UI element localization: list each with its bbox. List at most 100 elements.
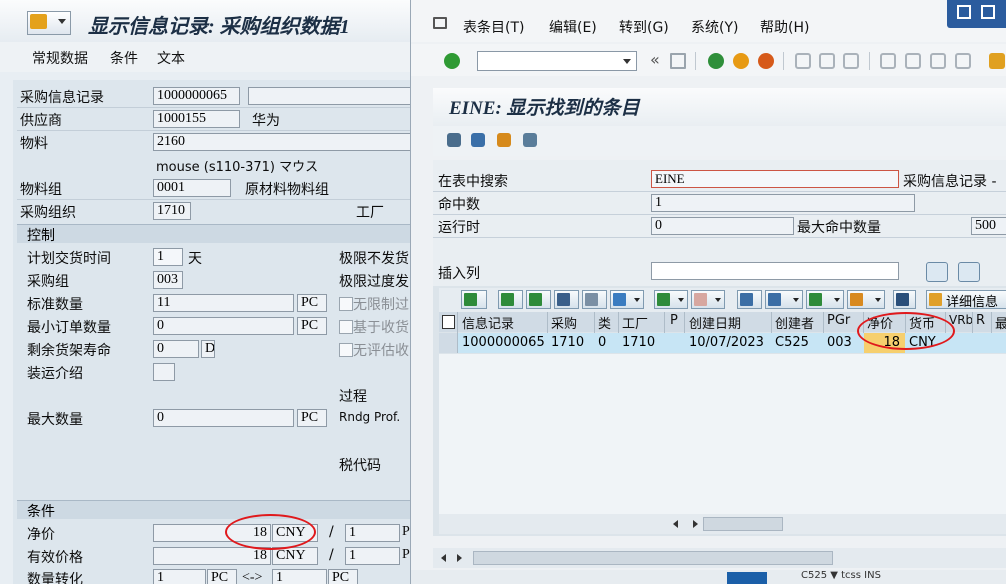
- sort-descending-button[interactable]: [526, 290, 551, 309]
- save-icon[interactable]: [670, 53, 686, 69]
- tab-conditions[interactable]: 条件: [110, 48, 138, 68]
- tab-general-data[interactable]: 常规数据: [32, 48, 88, 68]
- find-next-button[interactable]: [582, 290, 607, 309]
- collapse-icon[interactable]: «: [650, 50, 660, 69]
- column-header-more[interactable]: 最: [995, 313, 1006, 332]
- print-preview-button[interactable]: [737, 290, 762, 309]
- min-order-field[interactable]: 0: [153, 317, 294, 335]
- purch-org-field[interactable]: 1710: [153, 202, 191, 220]
- enter-icon[interactable]: [444, 53, 460, 69]
- shelf-life-unit-field[interactable]: D: [201, 340, 215, 358]
- layout-button[interactable]: [847, 290, 885, 309]
- detail-info-button[interactable]: 详细信息: [926, 290, 1006, 310]
- net-price-per-field[interactable]: 1: [345, 524, 400, 542]
- menu-help[interactable]: 帮助(H): [760, 17, 809, 37]
- import-icon[interactable]: [926, 262, 948, 282]
- filter-button[interactable]: [610, 290, 644, 309]
- info-record-desc-field[interactable]: [248, 87, 410, 105]
- select-all-icon[interactable]: [442, 315, 455, 329]
- subtotal-button[interactable]: [691, 290, 725, 309]
- max-qty-field[interactable]: 0: [153, 409, 294, 427]
- scroll-thumb[interactable]: [703, 517, 783, 531]
- grid-horizontal-scrollbar[interactable]: [439, 514, 1006, 534]
- column-header-info-record[interactable]: 信息记录: [462, 313, 514, 332]
- no-eval-checkbox[interactable]: [339, 343, 353, 357]
- scroll-left-icon[interactable]: [441, 554, 446, 562]
- window-icon[interactable]: [433, 17, 447, 29]
- sort-ascending-button[interactable]: [498, 290, 523, 309]
- eff-price-field[interactable]: 18: [153, 547, 271, 565]
- minimize-button[interactable]: [957, 5, 971, 19]
- column-header-plant[interactable]: 工厂: [622, 313, 648, 332]
- search-table-field[interactable]: EINE: [651, 170, 899, 188]
- previous-page-icon[interactable]: [905, 53, 921, 69]
- insert-column-field[interactable]: [651, 262, 899, 280]
- qty-conv-field-2[interactable]: 1: [272, 569, 327, 584]
- next-page-icon[interactable]: [930, 53, 946, 69]
- print-icon[interactable]: [795, 53, 811, 69]
- selection-options-icon[interactable]: [471, 133, 485, 147]
- command-field[interactable]: [477, 51, 637, 71]
- menu-table-entry[interactable]: 表条目(T): [463, 17, 524, 37]
- find-button[interactable]: [554, 290, 579, 309]
- new-session-icon[interactable]: [989, 53, 1005, 69]
- std-qty-unit-field[interactable]: PC: [297, 294, 327, 312]
- std-qty-field[interactable]: 11: [153, 294, 294, 312]
- menu-goto[interactable]: 转到(G): [619, 17, 669, 37]
- material-group-field[interactable]: 0001: [153, 179, 231, 197]
- qty-conv-unit-2[interactable]: PC: [328, 569, 358, 584]
- row-selector[interactable]: [439, 333, 457, 353]
- export-button[interactable]: [806, 290, 844, 309]
- column-header-p[interactable]: P: [670, 313, 678, 328]
- eff-price-per-field[interactable]: 1: [345, 547, 400, 565]
- column-header-category[interactable]: 类: [598, 313, 611, 332]
- menu-system[interactable]: 系统(Y): [691, 17, 738, 37]
- hits-field[interactable]: 1: [651, 194, 915, 212]
- exit-icon[interactable]: [733, 53, 749, 69]
- column-header-r[interactable]: R: [976, 313, 985, 328]
- scroll-right-icon[interactable]: [457, 554, 462, 562]
- column-header-purch-org[interactable]: 采购: [551, 313, 577, 332]
- vendor-field[interactable]: 1000155: [153, 110, 240, 128]
- details-button[interactable]: [461, 290, 487, 309]
- qty-conv-field-1[interactable]: 1: [153, 569, 206, 584]
- qty-conv-unit-1[interactable]: PC: [207, 569, 237, 584]
- scroll-left-icon[interactable]: [673, 520, 678, 528]
- export-icon[interactable]: [958, 262, 980, 282]
- maximize-button[interactable]: [981, 5, 995, 19]
- first-page-icon[interactable]: [880, 53, 896, 69]
- list-icon[interactable]: [523, 133, 537, 147]
- plan-delivery-field[interactable]: 1: [153, 248, 183, 266]
- gr-based-checkbox[interactable]: [339, 320, 353, 334]
- info-record-field[interactable]: 1000000065: [153, 87, 240, 105]
- shipping-field[interactable]: [153, 363, 175, 381]
- column-header-created-on[interactable]: 创建日期: [689, 313, 741, 332]
- back-icon[interactable]: [708, 53, 724, 69]
- subtotal-icon: [694, 293, 707, 306]
- runtime-field[interactable]: 0: [651, 217, 794, 235]
- scroll-thumb[interactable]: [473, 551, 833, 565]
- total-button[interactable]: [654, 290, 688, 309]
- info-button[interactable]: [893, 290, 916, 309]
- column-header-pgr[interactable]: PGr: [827, 313, 850, 328]
- scroll-right-icon[interactable]: [693, 520, 698, 528]
- purch-group-field[interactable]: 003: [153, 271, 183, 289]
- last-page-icon[interactable]: [955, 53, 971, 69]
- menu-edit[interactable]: 编辑(E): [549, 17, 597, 37]
- views-button[interactable]: [765, 290, 803, 309]
- max-hits-field[interactable]: 500: [971, 217, 1006, 235]
- system-menu-button[interactable]: [27, 11, 71, 35]
- column-header-created-by[interactable]: 创建者: [775, 313, 814, 332]
- refresh-icon[interactable]: [447, 133, 461, 147]
- max-qty-unit-field[interactable]: PC: [297, 409, 327, 427]
- find-icon[interactable]: [819, 53, 835, 69]
- unlimited-checkbox[interactable]: [339, 297, 353, 311]
- min-order-unit-field[interactable]: PC: [297, 317, 327, 335]
- cancel-icon[interactable]: [758, 53, 774, 69]
- find-next-icon[interactable]: [843, 53, 859, 69]
- tab-texts[interactable]: 文本: [157, 48, 185, 68]
- page-horizontal-scrollbar[interactable]: [433, 548, 1006, 568]
- shelf-life-field[interactable]: 0: [153, 340, 199, 358]
- material-field[interactable]: 2160: [153, 133, 410, 151]
- download-icon[interactable]: [497, 133, 511, 147]
